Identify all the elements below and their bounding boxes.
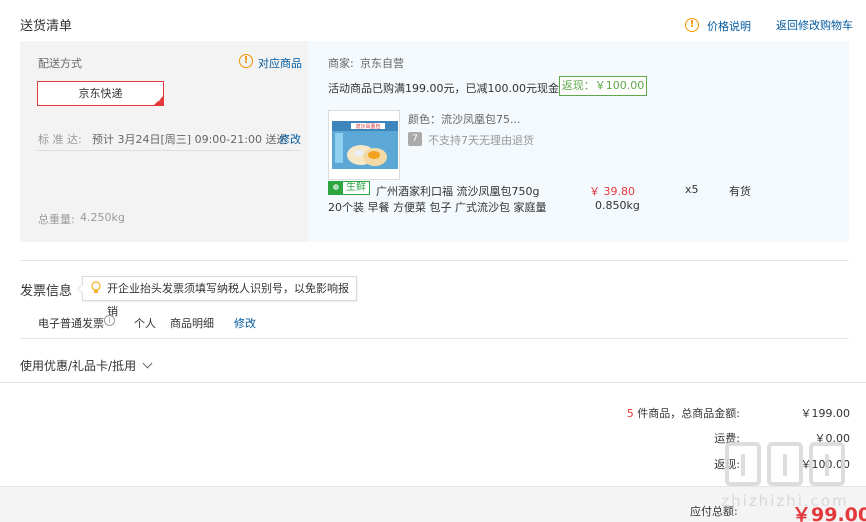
invoice-tip: 开企业抬头发票须填写纳税人识别号，以免影响报销: [77, 276, 357, 318]
summary-freight-label: 运费:: [714, 432, 740, 445]
total-weight-value: 4.250kg: [80, 211, 125, 224]
modify-delivery-time-link[interactable]: 修改: [279, 131, 301, 147]
product-color: 颜色：流沙凤凰包75...: [408, 113, 521, 126]
seller-label: 商家:: [328, 57, 354, 70]
price-info-link[interactable]: 价格说明: [707, 18, 751, 34]
price-info-icon[interactable]: !: [685, 18, 699, 32]
invoice-help-icon[interactable]: i: [104, 315, 115, 326]
product-price: ￥ 39.80: [589, 185, 635, 198]
check-icon: ✓: [156, 97, 162, 104]
shipping-option-jd-express[interactable]: 京东快递 ✓: [37, 81, 164, 106]
product-weight: 0.850kg: [595, 199, 640, 212]
lightbulb-icon: [91, 281, 101, 293]
matched-products-icon[interactable]: !: [239, 54, 253, 68]
coupon-toggle[interactable]: 使用优惠/礼品卡/抵用: [20, 357, 153, 374]
summary-rebate-value: ￥100.00: [800, 458, 851, 471]
shipping-divider: [37, 150, 300, 151]
shipping-option-label: 京东快递: [78, 87, 123, 100]
fresh-tag: ❆ 生鲜: [328, 181, 370, 195]
total-weight-label: 总重量:: [38, 213, 75, 226]
coupon-label: 使用优惠/礼品卡/抵用: [20, 359, 137, 373]
shipping-method-label: 配送方式: [38, 57, 82, 70]
section-divider-2: [20, 338, 849, 339]
total-price: ￥99.00: [792, 504, 866, 522]
summary-count-suffix: 件商品，总商品金额:: [637, 407, 740, 420]
summary-freight-value: ￥0.00: [814, 432, 851, 445]
delivery-list-title: 送货清单: [20, 19, 73, 34]
invoice-title: 发票信息: [20, 284, 73, 299]
invoice-type: 电子普通发票: [38, 317, 104, 330]
chevron-down-icon: [142, 358, 153, 369]
matched-products-link[interactable]: 对应商品: [258, 55, 302, 71]
total-label: 应付总额:: [690, 505, 738, 518]
seller-name: 京东自营: [360, 57, 404, 70]
no-return-text: 不支持7天无理由退货: [428, 134, 534, 147]
product-image[interactable]: 流沙凤凰包: [328, 110, 400, 180]
standard-delivery-time: 预计 3月24日[周三] 09:00-21:00 送达: [92, 133, 288, 146]
no-return-icon: 7: [408, 132, 422, 146]
invoice-holder: 个人: [134, 317, 156, 330]
section-divider-3: [0, 382, 866, 383]
product-name-line1[interactable]: 广州酒家利口福 流沙凤凰包750g: [376, 183, 539, 199]
promo-text: 活动商品已购满199.00元，已减100.00元现金: [328, 82, 559, 95]
section-divider-1: [20, 260, 849, 261]
package-text: 流沙凤凰包: [355, 123, 380, 130]
summary-count: 5: [626, 407, 634, 420]
product-quantity: x5: [685, 183, 699, 196]
standard-delivery-label: 标 准 达:: [38, 133, 82, 146]
summary-count-row: 5 件商品，总商品金额:: [627, 405, 740, 421]
product-stock: 有货: [729, 185, 751, 198]
product-name-line2[interactable]: 20个装 早餐 方便菜 包子 广式流沙包 家庭量: [328, 199, 546, 215]
invoice-tip-text: 开企业抬头发票须填写纳税人识别号，以免影响报销: [107, 282, 349, 318]
summary-goods-amount: ￥199.00: [800, 407, 851, 420]
product-package-icon: 流沙凤凰包: [329, 111, 399, 179]
invoice-content: 商品明细: [170, 317, 214, 330]
fresh-icon: ❆: [329, 182, 343, 194]
rebate-tag: 返现：￥100.00: [559, 76, 647, 96]
invoice-modify-link[interactable]: 修改: [234, 315, 256, 331]
summary-rebate-label: 返现:: [714, 458, 740, 471]
back-to-cart-link[interactable]: 返回修改购物车: [776, 17, 853, 33]
